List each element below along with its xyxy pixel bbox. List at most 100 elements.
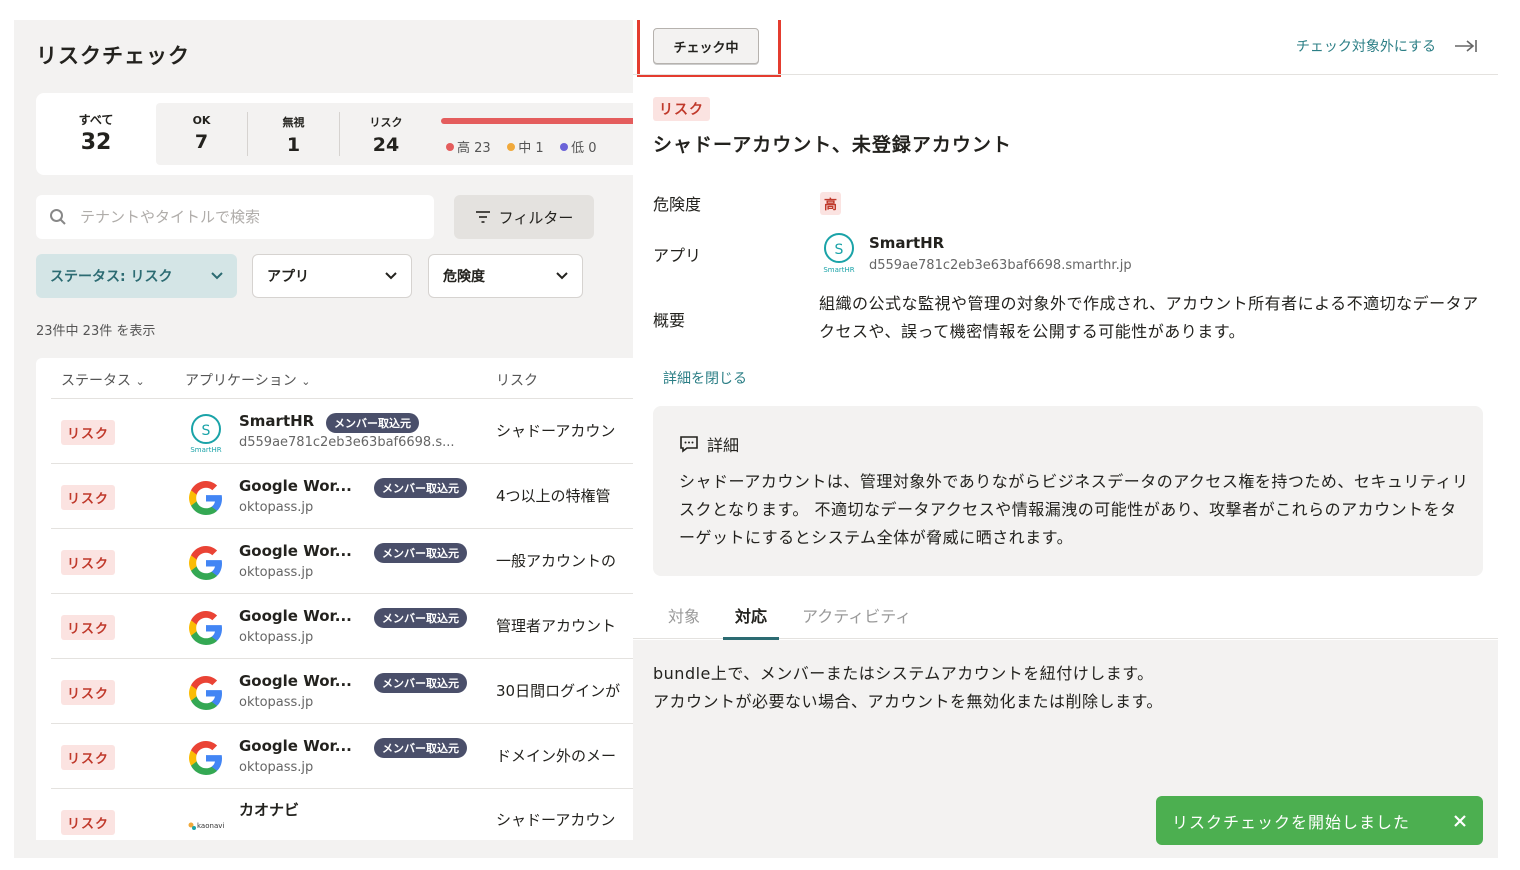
app-domain: oktopass.jp <box>239 630 314 645</box>
status-badge: リスク <box>61 615 116 640</box>
summary-card: すべて 32 OK 7 無視 1 リスク 24 高 23 中 1 低 0 <box>36 93 656 175</box>
checking-status-button[interactable]: チェック中 <box>653 28 759 64</box>
summary-all-value: 32 <box>80 130 112 155</box>
google-icon <box>189 676 222 710</box>
header-status[interactable]: ステータス ⌄ <box>61 370 145 390</box>
app-dropdown-label: アプリ <box>267 269 309 285</box>
exclude-from-check-link[interactable]: チェック対象外にする <box>1296 36 1478 56</box>
legend-high: 高 23 <box>457 141 491 156</box>
app-name: Google Wor... <box>239 737 352 755</box>
app-dropdown[interactable]: アプリ <box>252 254 412 298</box>
response-line: アカウントが必要ない場合、アカウントを無効化または削除します。 <box>653 692 1163 711</box>
close-details-link[interactable]: 詳細を閉じる <box>663 368 747 388</box>
search-box <box>36 195 434 239</box>
table-row[interactable]: リスク Google Wor... メンバー取込元 oktopass.jp 一般… <box>51 528 651 593</box>
summary-ignored[interactable]: 無視 1 <box>248 112 340 156</box>
app-domain: oktopass.jp <box>239 565 314 580</box>
summary-ignored-label: 無視 <box>282 116 305 129</box>
detail-box-body: シャドーアカウントは、管理対象外でありながらビジネスデータのアクセス権を持つため… <box>679 472 1469 547</box>
summary-ignored-value: 1 <box>286 134 301 156</box>
app-domain: oktopass.jp <box>239 695 314 710</box>
table-row[interactable]: リスク Google Wor... メンバー取込元 oktopass.jp 管理… <box>51 593 651 658</box>
risk-title: 4つ以上の特権管 <box>496 487 611 505</box>
risk-title: 管理者アカウント <box>496 617 617 635</box>
table-row[interactable]: リスク kaonavi カオナビ シャドーアカウン <box>51 788 651 840</box>
app-name: Google Wor... <box>239 672 352 690</box>
filter-icon <box>475 211 490 223</box>
search-input[interactable] <box>80 205 420 229</box>
filter-label: フィルター <box>498 208 574 227</box>
status-dropdown[interactable]: ステータス: リスク <box>36 254 237 298</box>
status-badge: リスク <box>61 680 116 705</box>
header-application[interactable]: アプリケーション ⌄ <box>185 370 310 390</box>
smarthr-icon: S SmartHR <box>823 233 855 274</box>
overview-text: 組織の公式な監視や管理の対象外で作成され、アカウント所有者による不適切なデータア… <box>819 294 1479 341</box>
detail-box-title: 詳細 <box>707 436 740 455</box>
search-icon <box>50 209 66 225</box>
header-risk: リスク <box>496 373 538 389</box>
app-name: Google Wor... <box>239 607 352 625</box>
kaonavi-icon: kaonavi <box>188 822 224 830</box>
smarthr-logo-text: SmartHR <box>190 446 221 453</box>
member-source-badge: メンバー取込元 <box>374 543 467 563</box>
risk-distribution-bar <box>441 118 641 124</box>
detail-title: シャドーアカウント、未登録アカウント <box>653 134 1012 156</box>
risk-title: シャドーアカウン <box>496 422 616 440</box>
overview-label: 概要 <box>653 311 686 330</box>
summary-ok-value: 7 <box>194 131 209 153</box>
svg-text:S: S <box>835 242 844 258</box>
risk-title: 30日間ログインが <box>496 682 621 700</box>
status-badge: リスク <box>61 420 116 445</box>
chevron-down-icon <box>556 272 568 280</box>
member-source-badge: メンバー取込元 <box>326 413 419 433</box>
detail-panel: チェック中 チェック対象外にする リスク シャドーアカウント、未登録アカウント … <box>633 20 1498 858</box>
member-source-badge: メンバー取込元 <box>374 738 467 758</box>
risk-tag: リスク <box>653 97 710 121</box>
detail-app-name: SmartHR <box>869 234 945 252</box>
comment-icon <box>680 436 698 453</box>
high-dot-icon <box>446 143 454 151</box>
status-badge: リスク <box>61 485 116 510</box>
chevron-down-icon <box>385 272 397 280</box>
severity-dropdown[interactable]: 危険度 <box>428 254 583 298</box>
app-domain: oktopass.jp <box>239 760 314 775</box>
low-dot-icon <box>560 143 569 151</box>
tab-response[interactable]: 対応 <box>723 603 780 640</box>
detail-app-domain: d559ae781c2eb3e63baf6698.smarthr.jp <box>869 258 1132 273</box>
status-badge: リスク <box>61 745 116 770</box>
app-name: カオナビ <box>239 801 300 819</box>
table-row[interactable]: リスク Google Wor... メンバー取込元 oktopass.jp ドメ… <box>51 723 651 788</box>
detail-box-header: 詳細 <box>679 432 739 456</box>
google-icon <box>189 481 222 515</box>
summary-ok[interactable]: OK 7 <box>156 112 248 156</box>
response-line: bundle上で、メンバーまたはシステムアカウントを紐付けします。 <box>653 664 1154 683</box>
summary-risk[interactable]: リスク 24 <box>340 112 432 174</box>
result-count: 23件中 23件 を表示 <box>36 324 156 339</box>
tab-target[interactable]: 対象 <box>668 603 700 637</box>
divider <box>633 74 1498 75</box>
mid-dot-icon <box>507 143 516 151</box>
severity-dropdown-label: 危険度 <box>443 269 485 285</box>
member-source-badge: メンバー取込元 <box>374 478 467 498</box>
summary-all[interactable]: すべて 32 <box>36 93 156 175</box>
tab-activity[interactable]: アクティビティ <box>802 603 911 637</box>
table-row[interactable]: リスク Google Wor... メンバー取込元 oktopass.jp 30… <box>51 658 651 723</box>
legend-low: 低 0 <box>571 141 597 156</box>
detail-tabs: 対象 対応 アクティビティ <box>633 603 1498 640</box>
kaonavi-logo-text: kaonavi <box>197 822 224 830</box>
app-label: アプリ <box>653 246 702 265</box>
table-row[interactable]: リスク Google Wor... メンバー取込元 oktopass.jp 4つ… <box>51 463 651 528</box>
filter-button[interactable]: フィルター <box>454 195 594 239</box>
close-icon[interactable] <box>1453 814 1467 828</box>
toast-message: リスクチェックを開始しました <box>1172 812 1411 832</box>
chevron-down-icon: ⌄ <box>135 375 145 388</box>
collapse-panel-icon[interactable] <box>1454 39 1478 53</box>
summary-risk-label: リスク <box>369 116 403 129</box>
header-status-label: ステータス <box>61 373 131 389</box>
response-text: bundle上で、メンバーまたはシステムアカウントを紐付けします。 アカウントが… <box>653 660 1163 716</box>
summary-all-label: すべて <box>78 113 114 127</box>
page-title: リスクチェック <box>36 44 190 68</box>
header-application-label: アプリケーション <box>185 373 297 389</box>
table-row[interactable]: リスク S SmartHR SmartHR メンバー取込元 d559ae781c2… <box>51 398 651 463</box>
status-badge: リスク <box>61 810 116 835</box>
